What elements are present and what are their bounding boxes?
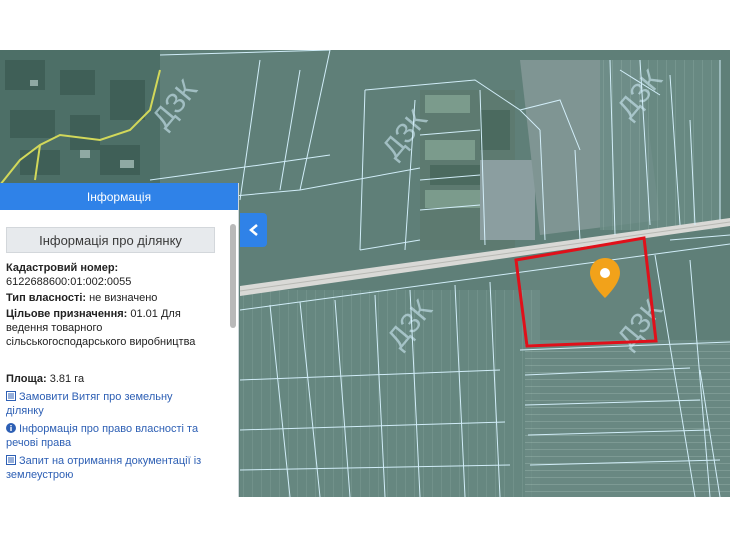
cadastral-value: 6122688600:01:002:0055: [6, 276, 132, 288]
info-circle-icon: [6, 423, 16, 433]
document-list-icon: [6, 391, 16, 401]
document-list-icon: [6, 455, 16, 465]
area-value: 3.81 га: [49, 373, 85, 385]
panel-header: Інформація: [0, 183, 238, 210]
order-extract-link[interactable]: Замовити Витяг про земельну ділянку: [6, 390, 208, 418]
request-documentation-link[interactable]: Запит на отримання документації із земле…: [6, 454, 208, 482]
panel-scrollbar[interactable]: [230, 224, 236, 328]
info-panel: Інформація Інформація про ділянку Кадаст…: [0, 183, 239, 497]
cadastral-label: Кадастровий номер:: [6, 262, 119, 274]
parcel-details: Кадастровий номер: 6122688600:01:002:005…: [0, 261, 216, 482]
ownership-label: Тип власності:: [6, 292, 87, 304]
order-extract-label: Замовити Витяг про земельну ділянку: [6, 391, 173, 417]
section-title: Інформація про ділянку: [6, 227, 215, 253]
panel-body: Інформація про ділянку Кадастровий номер…: [0, 210, 238, 497]
collapse-panel-button[interactable]: [240, 213, 267, 247]
request-documentation-label: Запит на отримання документації із земле…: [6, 455, 202, 481]
ownership-rights-link[interactable]: Інформація про право власності та речові…: [6, 422, 208, 450]
purpose-label: Цільове призначення:: [6, 308, 128, 320]
area-label: Площа:: [6, 373, 47, 385]
chevron-left-icon: [248, 224, 258, 236]
ownership-value: не визначено: [89, 292, 158, 304]
ownership-rights-label: Інформація про право власності та речові…: [6, 423, 199, 449]
map-view: ДЗК ДЗК ДЗК ДЗК ДЗК Інформація Інформаці…: [0, 50, 730, 497]
